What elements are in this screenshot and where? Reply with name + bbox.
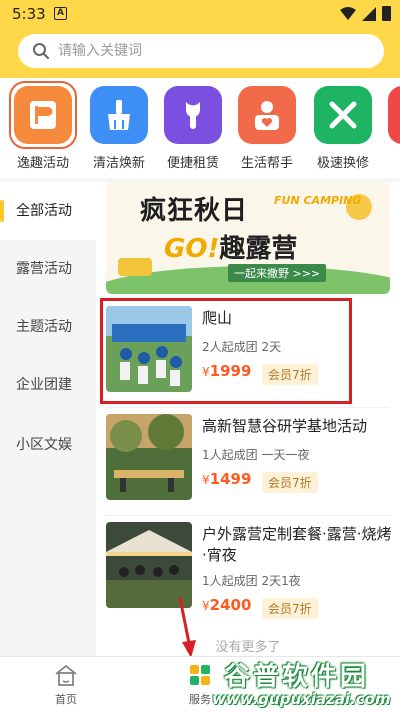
category-repair[interactable]: 极速换修	[308, 82, 378, 174]
nav-home[interactable]: 首页	[26, 657, 106, 712]
sidebar-item-theme[interactable]: 主题活动	[0, 298, 96, 356]
banner-title: 疯狂秋日	[140, 196, 249, 226]
banner-subtitle-en: FUN CAMPING	[274, 194, 362, 207]
price-value: 1499	[209, 470, 252, 488]
activity-price: ¥2400	[202, 596, 251, 614]
sidebar-item-all[interactable]: 全部活动	[0, 182, 96, 240]
notification-icon: A	[54, 7, 67, 20]
promo-banner[interactable]: 疯狂秋日 FUN CAMPING GO!趣露营 一起来撒野 >>>	[106, 182, 390, 294]
category-yiqu[interactable]: 逸趣活动	[8, 81, 78, 174]
list-end-text: 没有更多了	[215, 640, 281, 655]
watermark-url: www.gupuxiazai.com	[212, 690, 391, 708]
category-rental[interactable]: 便捷租赁	[158, 82, 228, 174]
header-bar: 5:33 A	[0, 0, 400, 78]
nav-label: 首页	[55, 693, 77, 706]
sidebar-item-teambuilding[interactable]: 企业团建	[0, 356, 96, 414]
wifi-icon	[340, 7, 356, 20]
helper-icon	[238, 86, 296, 144]
activity-sidebar: 全部活动 露营活动 主题活动 企业团建 小区文娱	[0, 182, 96, 656]
search-input[interactable]	[58, 40, 358, 62]
currency: ¥	[202, 473, 210, 487]
vip-badge: 会员7折	[262, 598, 318, 619]
price-value: 2400	[209, 596, 252, 614]
activity-list: 疯狂秋日 FUN CAMPING GO!趣露营 一起来撒野 >>> 爬山 2人起…	[96, 182, 400, 656]
activity-title: 户外露营定制套餐·露营·烧烤·宵夜	[202, 525, 392, 564]
signal-icon	[362, 7, 376, 21]
watermark-name: 谷普软件园	[224, 662, 370, 692]
partial-icon	[388, 86, 400, 144]
activity-photo	[106, 414, 192, 500]
banner-camping: 趣露营	[219, 234, 298, 264]
banner-tag: 一起来撒野 >>>	[228, 264, 327, 282]
activity-meta: 1人起成团 一天一夜	[202, 448, 310, 462]
status-time: 5:33	[12, 5, 46, 23]
sidebar-item-community[interactable]: 小区文娱	[0, 416, 96, 474]
highlight-box	[100, 298, 352, 404]
banner-go: GO!	[164, 234, 220, 264]
wrench-icon	[164, 86, 222, 144]
camper-van-graphic	[118, 258, 152, 276]
flag-icon	[14, 86, 72, 144]
battery-icon	[382, 6, 391, 21]
category-label: 清洁焕新	[92, 156, 145, 171]
category-label: 生活帮手	[240, 156, 293, 171]
activity-card[interactable]: 户外露营定制套餐·露营·烧烤·宵夜 1人起成团 2天1夜 ¥2400 会员7折	[106, 516, 392, 630]
category-row: 逸趣活动 清洁焕新 便捷租赁 生活帮手 极速换修	[0, 78, 400, 178]
sidebar-item-camping[interactable]: 露营活动	[0, 240, 96, 298]
brush-icon	[90, 86, 148, 144]
banner-headline: GO!趣露营	[164, 228, 297, 265]
search-icon	[33, 43, 49, 59]
category-label: 逸趣活动	[16, 156, 69, 171]
watermark-logo: 谷普软件园 www.gupuxiazai.com	[206, 656, 400, 712]
activity-price: ¥1499	[202, 470, 251, 488]
activity-card[interactable]: 高新智慧谷研学基地活动 1人起成团 一天一夜 ¥1499 会员7折	[106, 408, 390, 516]
home-icon	[55, 664, 77, 686]
category-partial[interactable]	[382, 82, 400, 174]
vip-badge: 会员7折	[262, 472, 318, 493]
category-label: 极速换修	[316, 156, 369, 171]
currency: ¥	[202, 599, 210, 613]
tools-icon	[314, 86, 372, 144]
category-label: 便捷租赁	[166, 156, 219, 171]
activity-meta: 1人起成团 2天1夜	[202, 574, 301, 588]
status-bar: 5:33 A	[0, 0, 400, 28]
arrow-annotation-icon	[178, 597, 196, 658]
activity-title: 高新智慧谷研学基地活动	[202, 417, 368, 435]
category-helper[interactable]: 生活帮手	[232, 82, 302, 174]
category-clean[interactable]: 清洁焕新	[84, 82, 154, 174]
search-bar[interactable]	[18, 34, 384, 68]
